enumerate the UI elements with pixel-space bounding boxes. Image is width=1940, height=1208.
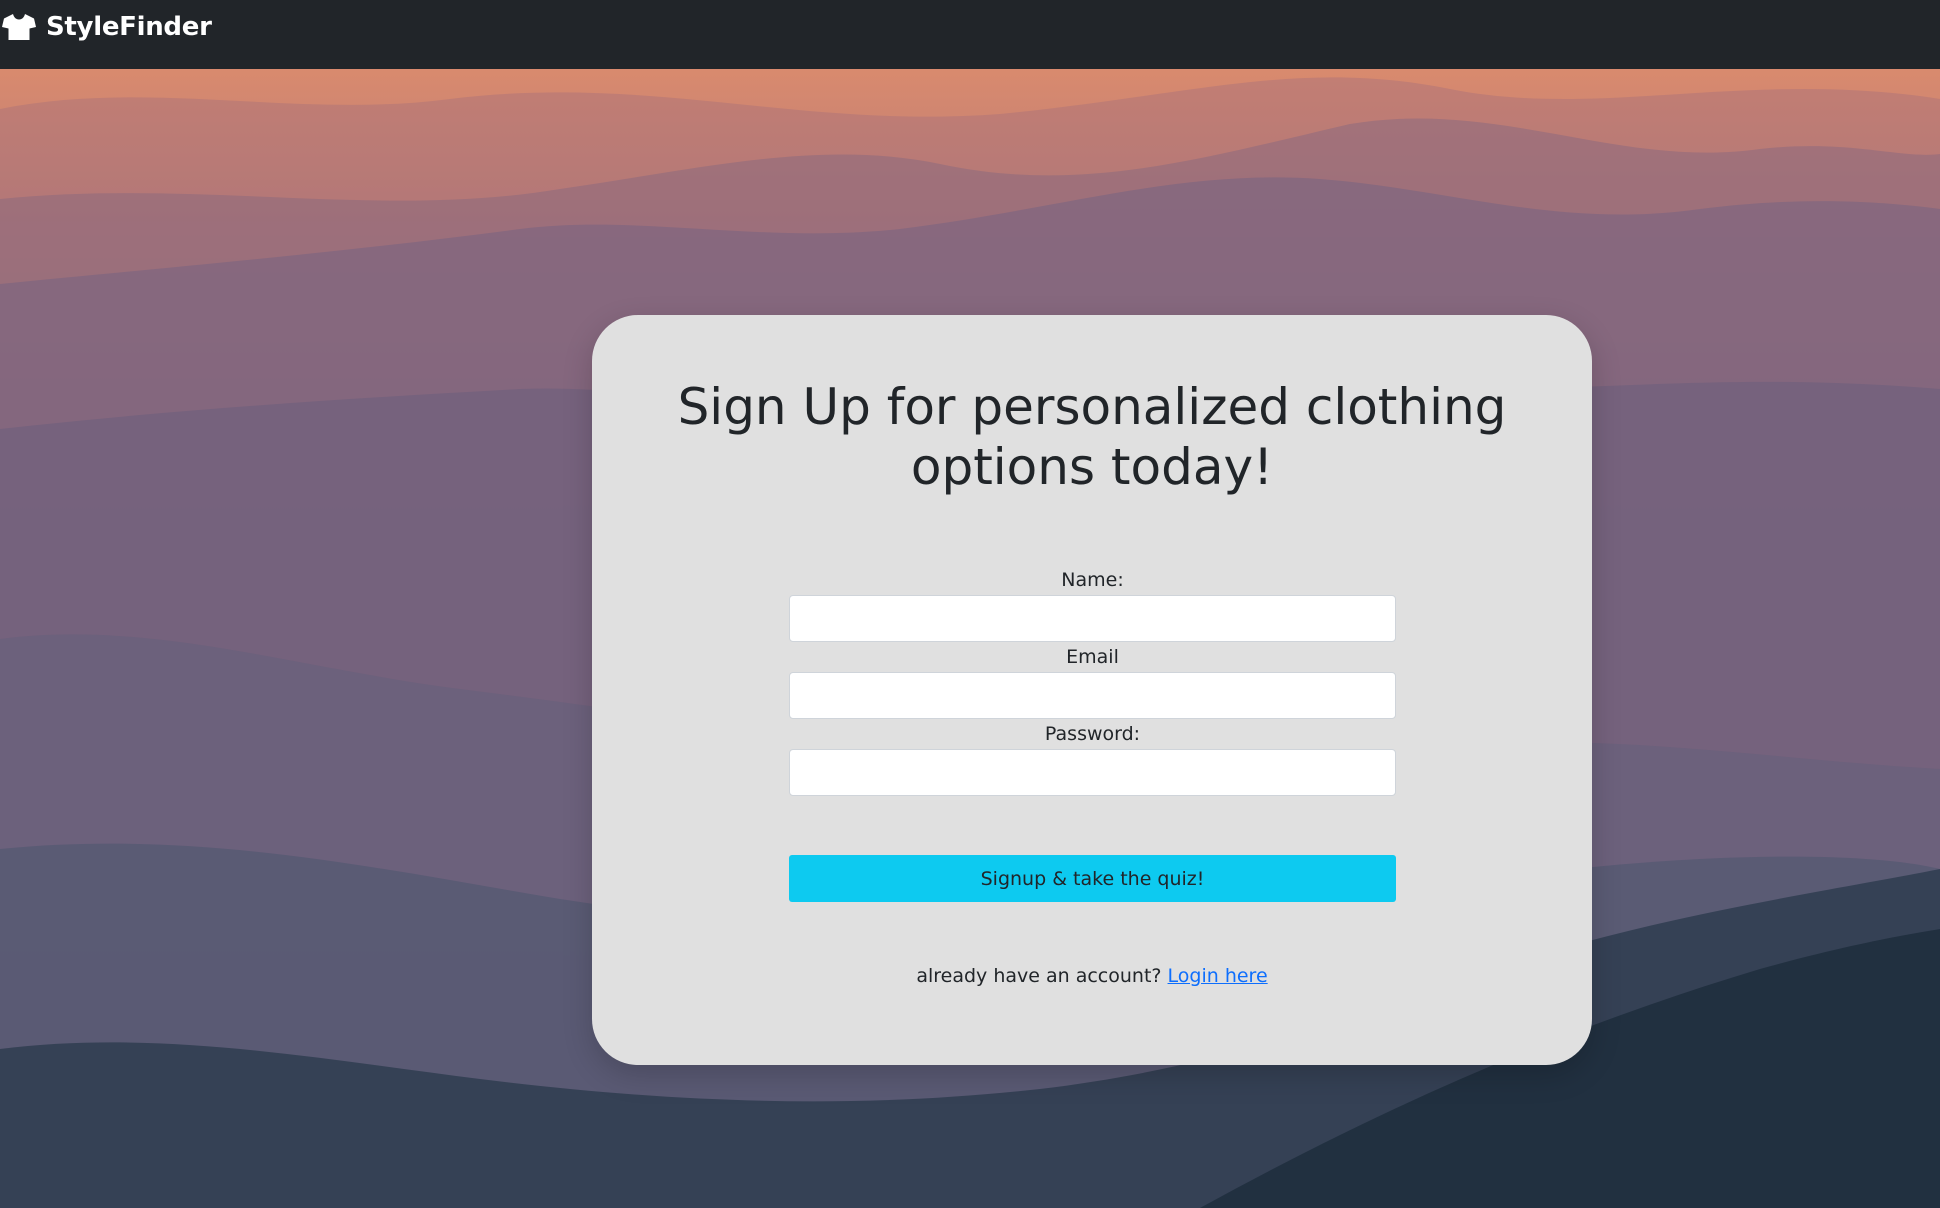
navbar: StyleFinder (0, 0, 1940, 69)
signup-title: Sign Up for personalized clothing option… (677, 378, 1507, 496)
login-prompt-text: already have an account? (916, 965, 1162, 987)
signup-card: Sign Up for personalized clothing option… (592, 315, 1592, 1065)
login-link[interactable]: Login here (1168, 965, 1268, 987)
brand-link[interactable]: StyleFinder (2, 12, 212, 42)
hero-background: Sign Up for personalized clothing option… (0, 69, 1940, 1208)
password-label: Password: (1044, 723, 1141, 745)
brand-name: StyleFinder (46, 11, 212, 42)
name-input[interactable] (789, 595, 1396, 642)
email-input[interactable] (789, 672, 1396, 719)
password-input[interactable] (789, 749, 1396, 796)
login-prompt-line: already have an account? Login here (592, 965, 1592, 987)
tshirt-icon (2, 13, 36, 41)
email-label: Email (1066, 646, 1119, 668)
name-label: Name: (1061, 569, 1124, 591)
signup-button[interactable]: Signup & take the quiz! (789, 855, 1396, 902)
